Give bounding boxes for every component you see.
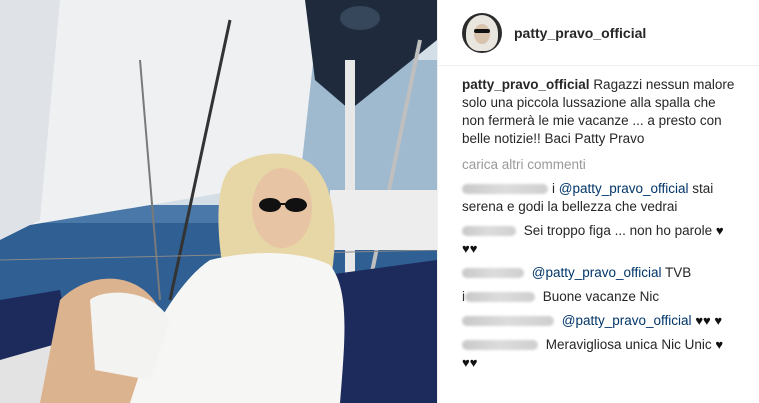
instagram-post-view: patty_pravo_official patty_pravo_officia… [0,0,759,403]
header-username[interactable]: patty_pravo_official [514,25,646,41]
blurred-commenter-name [462,226,516,237]
load-more-comments-link[interactable]: carica altri commenti [462,156,737,174]
comment-mention[interactable]: @patty_pravo_official [562,313,692,328]
comment-item: i @patty_pravo_official stai serena e go… [462,180,737,216]
post-header: patty_pravo_official [438,0,759,66]
avatar-face [474,23,490,44]
comments-list: patty_pravo_official Ragazzi nessun malo… [438,66,759,372]
post-photo[interactable] [0,0,437,403]
avatar-glasses [474,28,490,33]
post-caption: patty_pravo_official Ragazzi nessun malo… [462,76,737,148]
comment-item: @patty_pravo_official ♥♥ ♥ [462,312,737,330]
photo-illustration [0,0,437,403]
avatar[interactable] [462,12,502,53]
comment-mention[interactable]: @patty_pravo_official [559,181,689,196]
blurred-commenter-name [465,292,535,303]
comment-text: Meravigliosa unica Nic Unic [545,337,712,352]
post-side-panel: patty_pravo_official patty_pravo_officia… [437,0,759,403]
comment-text: TVB [661,265,692,280]
blurred-commenter-name [462,184,548,195]
blurred-commenter-name [462,316,554,327]
comment-mention[interactable]: @patty_pravo_official [532,265,662,280]
comment-text: Buone vacanze Nic [542,289,660,304]
comment-text: Sei troppo figa ... non ho parole [523,223,713,238]
blurred-commenter-name [462,268,524,279]
comment-item: Meravigliosa unica Nic Unic ♥ ♥♥ [462,336,737,372]
caption-username[interactable]: patty_pravo_official [462,77,590,92]
comment-prefix: i [552,181,555,196]
comment-item: @patty_pravo_official TVB [462,264,737,282]
comment-item: Sei troppo figa ... non ho parole ♥ ♥♥ [462,222,737,258]
heart-emoji: ♥♥ ♥ [695,313,723,328]
comment-item: i Buone vacanze Nic [462,288,737,306]
blurred-commenter-name [462,340,538,351]
